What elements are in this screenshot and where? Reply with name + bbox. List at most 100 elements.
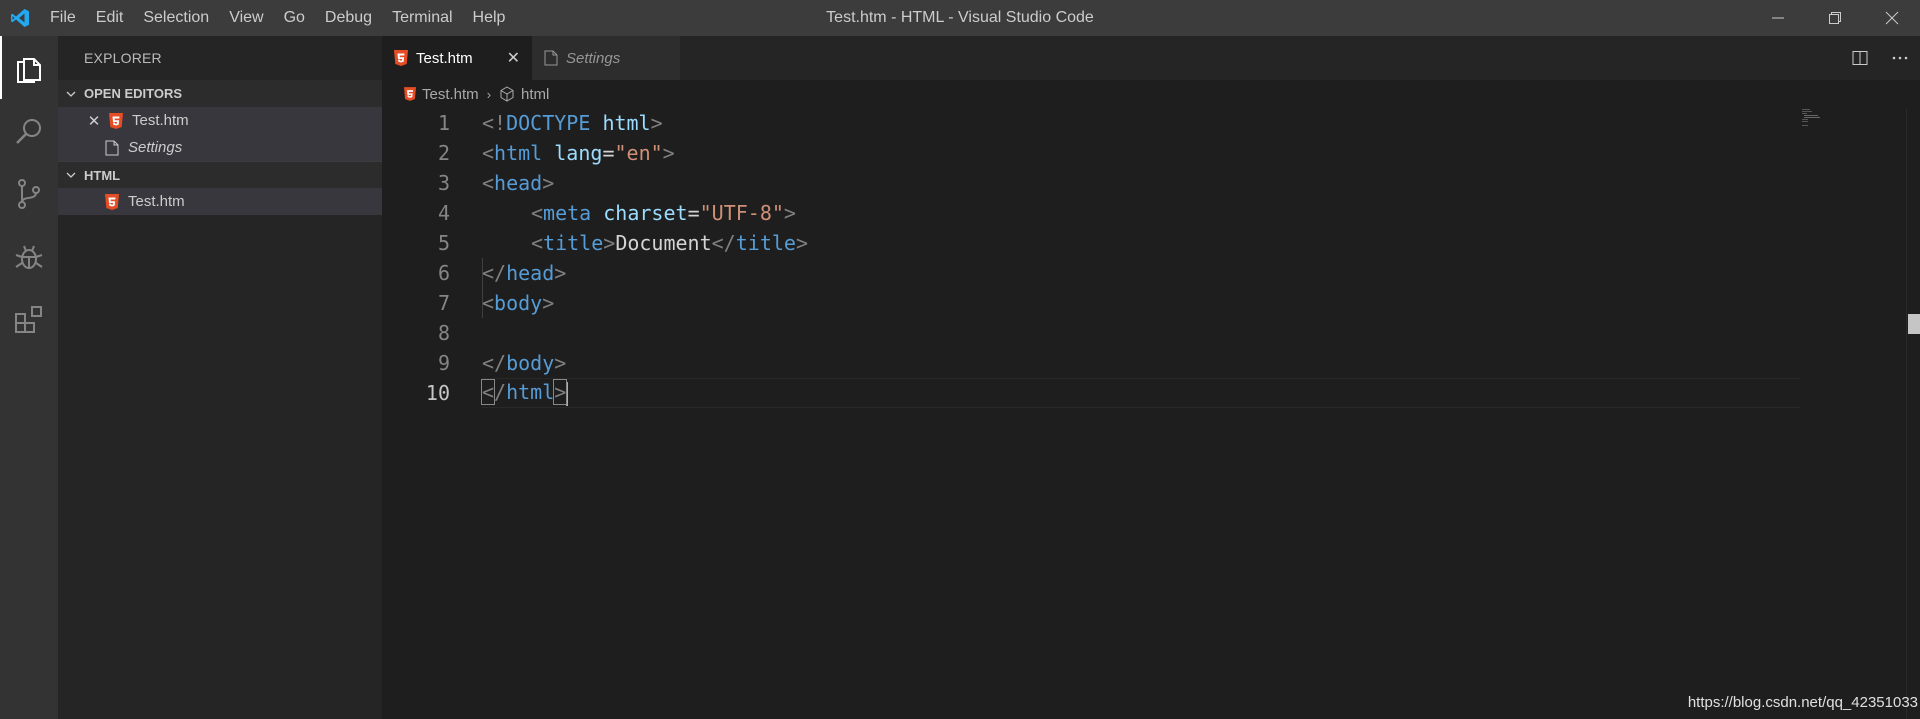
- open-editor-label: Settings: [128, 139, 183, 156]
- menu-file[interactable]: File: [40, 0, 86, 36]
- code-line-5: 5 <title>Document</title>: [382, 228, 1800, 258]
- matched-bracket: <: [480, 379, 496, 406]
- file-item-test-htm[interactable]: Test.htm: [58, 188, 382, 215]
- breadcrumb: Test.htm › html: [382, 80, 1920, 108]
- menu-help[interactable]: Help: [463, 0, 516, 36]
- html5-icon: [104, 193, 120, 210]
- menu-debug[interactable]: Debug: [315, 0, 382, 36]
- close-window-button[interactable]: [1863, 0, 1920, 36]
- sidebar-title: EXPLORER: [84, 50, 162, 66]
- activity-extensions[interactable]: [0, 288, 58, 351]
- line-number: 7: [437, 291, 450, 315]
- breadcrumb-file[interactable]: Test.htm: [422, 86, 479, 103]
- line-number: 5: [437, 231, 450, 255]
- code-line-1: 1 <!DOCTYPE html>: [382, 108, 1800, 138]
- html5-icon: [394, 50, 408, 66]
- file-label: Test.htm: [128, 193, 185, 210]
- menu-selection[interactable]: Selection: [133, 0, 219, 36]
- line-content: <html lang="en">: [482, 141, 675, 165]
- minimize-button[interactable]: [1749, 0, 1806, 36]
- tab-label: Test.htm: [416, 49, 473, 67]
- activity-explorer[interactable]: [0, 36, 58, 99]
- code-line-2: 2 <html lang="en">: [382, 138, 1800, 168]
- vscode-logo-icon: [0, 0, 40, 36]
- code-line-7: 7 <body>: [382, 288, 1800, 318]
- code-line-8: 8: [382, 318, 1800, 348]
- menu-edit[interactable]: Edit: [86, 0, 134, 36]
- menu-bar: File Edit Selection View Go Debug Termin…: [40, 0, 515, 36]
- line-number: 9: [437, 351, 450, 375]
- tab-settings[interactable]: Settings: [532, 36, 680, 80]
- split-editor-icon: [1852, 51, 1868, 65]
- editor-actions: [1840, 36, 1920, 80]
- line-content: <body>: [482, 291, 555, 315]
- code-line-9: 9 </body>: [382, 348, 1800, 378]
- open-editor-label: Test.htm: [132, 112, 189, 129]
- menu-terminal[interactable]: Terminal: [382, 0, 462, 36]
- menu-view[interactable]: View: [219, 0, 273, 36]
- chevron-down-icon: [58, 88, 84, 100]
- line-number: 3: [437, 171, 450, 195]
- tab-test-htm[interactable]: Test.htm ✕: [382, 36, 532, 80]
- matched-bracket: >: [553, 379, 568, 406]
- line-content: <!DOCTYPE html>: [482, 111, 663, 135]
- menu-go[interactable]: Go: [274, 0, 315, 36]
- line-number: 4: [437, 201, 450, 225]
- open-editor-item-settings[interactable]: Settings: [58, 134, 382, 161]
- open-editor-item-test-htm[interactable]: ✕ Test.htm: [58, 107, 382, 134]
- line-number: 1: [437, 111, 450, 135]
- more-actions-button[interactable]: [1880, 36, 1920, 80]
- code-line-10: 10 </html>: [382, 378, 1800, 408]
- editor-tabs: Test.htm ✕ Settings: [382, 36, 1920, 80]
- folder-label: HTML: [84, 167, 121, 183]
- window-controls: [1749, 0, 1920, 36]
- source-control-icon: [18, 178, 40, 209]
- symbol-element-icon: [499, 86, 515, 102]
- activity-source-control[interactable]: [0, 162, 58, 225]
- line-content: </body>: [482, 351, 567, 375]
- minimap[interactable]: [1800, 108, 1830, 128]
- line-number: 6: [437, 261, 450, 285]
- tab-label: Settings: [566, 49, 621, 67]
- html5-icon: [404, 87, 416, 101]
- activity-bar: [0, 36, 58, 719]
- activity-debug[interactable]: [0, 225, 58, 288]
- scrollbar-thumb[interactable]: [1908, 314, 1920, 334]
- close-tab-icon[interactable]: ✕: [507, 48, 520, 68]
- chevron-right-icon: ›: [486, 86, 492, 102]
- restore-button[interactable]: [1806, 0, 1863, 36]
- explorer-sidebar: EXPLORER OPEN EDITORS ✕ Test.htm Setting…: [58, 36, 382, 719]
- code-line-6: 6 </head>: [382, 258, 1800, 288]
- explorer-icon: [17, 57, 41, 83]
- line-content: </head>: [482, 261, 567, 285]
- folder-header[interactable]: HTML: [58, 161, 382, 188]
- vertical-scrollbar[interactable]: [1906, 108, 1920, 719]
- code-line-3: 3 <head>: [382, 168, 1800, 198]
- split-editor-button[interactable]: [1840, 36, 1880, 80]
- open-editors-header[interactable]: OPEN EDITORS: [58, 80, 382, 107]
- html5-icon: [108, 112, 124, 129]
- watermark-text: https://blog.csdn.net/qq_42351033: [1687, 694, 1918, 711]
- line-content: </html>: [480, 379, 569, 406]
- restore-icon: [1828, 12, 1841, 24]
- chevron-down-icon: [58, 169, 84, 181]
- file-icon: [544, 50, 558, 66]
- search-icon: [16, 118, 41, 144]
- text-cursor: [566, 381, 569, 406]
- breadcrumb-symbol[interactable]: html: [521, 86, 549, 103]
- close-editor-icon[interactable]: ✕: [84, 112, 104, 130]
- line-content: <meta charset="UTF-8">: [531, 201, 796, 225]
- activity-search[interactable]: [0, 99, 58, 162]
- extensions-icon: [15, 305, 42, 333]
- more-icon: [1892, 56, 1908, 60]
- line-content: <title>Document</title>: [531, 231, 808, 255]
- line-number: 8: [437, 321, 450, 345]
- file-icon: [104, 140, 120, 156]
- close-icon: [1885, 11, 1898, 25]
- open-editors-label: OPEN EDITORS: [84, 86, 183, 101]
- line-number: 10: [425, 381, 450, 405]
- line-content: <head>: [482, 171, 555, 195]
- debug-icon: [15, 245, 43, 269]
- code-editor[interactable]: 1 <!DOCTYPE html> 2 <html lang="en"> 3 <…: [382, 108, 1920, 719]
- title-bar: File Edit Selection View Go Debug Termin…: [0, 0, 1920, 36]
